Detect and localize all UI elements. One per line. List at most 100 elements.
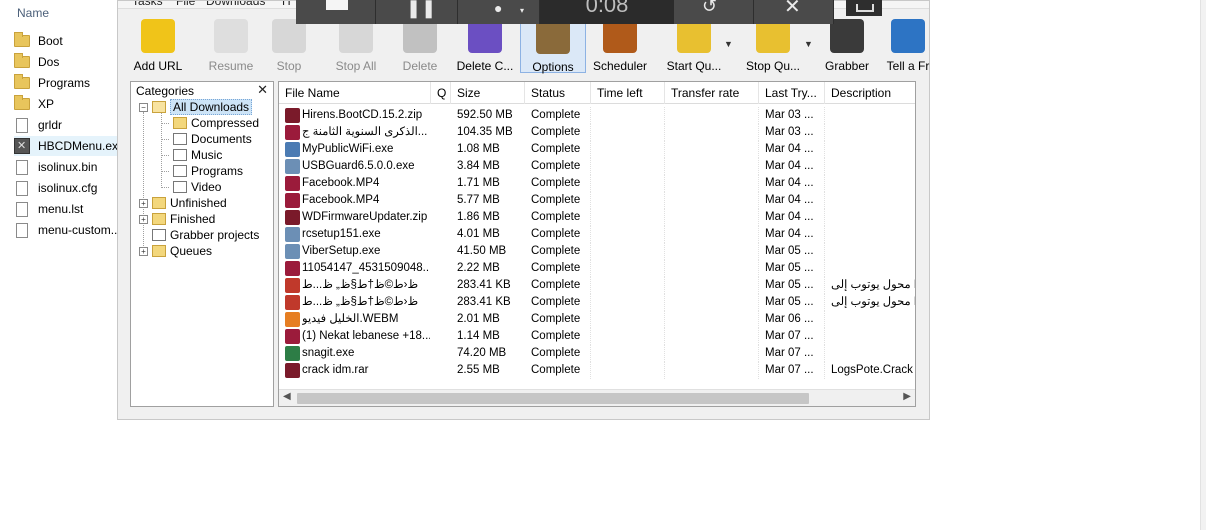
menu-file[interactable]: File bbox=[176, 1, 195, 8]
description-cell bbox=[831, 107, 915, 124]
explorer-item[interactable]: menu-custom... bbox=[14, 220, 124, 240]
explorer-item[interactable]: isolinux.cfg bbox=[14, 178, 124, 198]
recorder-pause-button[interactable]: ❚❚ bbox=[376, 0, 458, 24]
scroll-right-icon[interactable]: ▶ bbox=[903, 391, 911, 402]
scrollbar-thumb[interactable] bbox=[297, 393, 809, 404]
tell-friend-button[interactable]: Tell a Fr bbox=[878, 19, 938, 81]
explorer-item[interactable]: Boot bbox=[14, 31, 124, 51]
explorer-item[interactable]: XP bbox=[14, 94, 124, 114]
pause-icon: ❚❚ bbox=[406, 0, 437, 18]
category-finished[interactable]: + Finished bbox=[139, 211, 215, 227]
table-row[interactable]: rcsetup151.exe 4.01 MB Complete Mar 04 ... bbox=[279, 226, 915, 243]
expand-icon[interactable]: + bbox=[139, 198, 148, 208]
column-header-last-try[interactable]: Last Try... bbox=[759, 82, 825, 104]
recorder-mic-button[interactable]: ● ▾ bbox=[458, 0, 540, 24]
categories-panel: Categories ✕ − All Downloads Compressed Doc… bbox=[130, 81, 274, 407]
explorer-item[interactable]: HBCDMenu.exe bbox=[14, 136, 124, 156]
status-cell: Complete bbox=[531, 362, 591, 379]
category-grabber-projects[interactable]: Grabber projects bbox=[139, 227, 259, 243]
horizontal-scrollbar[interactable]: ◀ ▶ bbox=[279, 389, 915, 406]
table-row[interactable]: Hirens.BootCD.15.2.zip 592.50 MB Complete M… bbox=[279, 107, 915, 124]
table-row[interactable]: Facebook.MP4 5.77 MB Complete Mar 04 ... bbox=[279, 192, 915, 209]
table-row[interactable]: ظ‹ط©ظ†ط§ظ„ ظ...ط 283.41 KB Complete Mar 05 … bbox=[279, 277, 915, 294]
explorer-item[interactable]: menu.lst bbox=[14, 199, 124, 219]
categories-close-icon[interactable]: ✕ bbox=[257, 82, 268, 98]
unfinished-folder-icon bbox=[152, 197, 166, 209]
scroll-left-icon[interactable]: ◀ bbox=[283, 391, 291, 402]
recorder-minimize-button[interactable] bbox=[846, 0, 882, 16]
table-row[interactable]: (1) Nekat lebanese +18... 1.14 MB Complete… bbox=[279, 328, 915, 345]
expand-icon[interactable]: + bbox=[139, 214, 148, 224]
category-label: Grabber projects bbox=[170, 228, 260, 242]
category-unfinished[interactable]: + Unfinished bbox=[139, 195, 227, 211]
category-music[interactable]: Music bbox=[161, 147, 222, 163]
transfer-rate-cell bbox=[665, 124, 759, 141]
file-name-cell: rcsetup151.exe bbox=[302, 228, 381, 240]
stop-queue-button[interactable]: Stop Qu... bbox=[734, 19, 812, 81]
table-row[interactable]: 11054147_4531509048... 2.22 MB Complete Mar… bbox=[279, 260, 915, 277]
stop-queue-dropdown-icon[interactable]: ▼ bbox=[804, 39, 813, 49]
column-header-size[interactable]: Size bbox=[451, 82, 525, 104]
collapse-icon[interactable]: − bbox=[139, 102, 148, 112]
table-row[interactable]: ViberSetup.exe 41.50 MB Complete Mar 05 ... bbox=[279, 243, 915, 260]
scheduler-clock-button[interactable]: Scheduler bbox=[586, 19, 654, 81]
menu-tasks[interactable]: Tasks bbox=[132, 1, 163, 8]
category-documents[interactable]: Documents bbox=[161, 131, 252, 147]
application-icon bbox=[14, 138, 30, 154]
file-name-cell: crack idm.rar bbox=[302, 364, 369, 376]
column-header-status[interactable]: Status bbox=[525, 82, 591, 104]
recorder-cancel-button[interactable]: ✕ bbox=[754, 0, 834, 24]
file-name-cell: ظ‹ط©ظ†ط§ظ„ ظ...ط bbox=[302, 279, 419, 291]
recorder-stop-button[interactable] bbox=[296, 0, 376, 24]
description-cell: محول يوتوب إلى M bbox=[831, 279, 915, 291]
file-name-cell: MyPublicWiFi.exe bbox=[302, 143, 394, 155]
stop-all-button[interactable]: Stop All bbox=[324, 19, 388, 81]
explorer-item[interactable]: grldr bbox=[14, 115, 124, 135]
table-row[interactable]: ظ‹ط©ظ†ط§ظ„ ظ...ط 283.41 KB Complete Mar 05 … bbox=[279, 294, 915, 311]
resume-button[interactable]: Resume bbox=[198, 19, 264, 81]
explorer-item[interactable]: isolinux.bin bbox=[14, 157, 124, 177]
options-gear-button[interactable]: Options bbox=[520, 19, 586, 74]
time-left-cell bbox=[591, 226, 665, 243]
delete-button[interactable]: Delete bbox=[392, 19, 448, 81]
expand-icon[interactable]: + bbox=[139, 246, 148, 256]
explorer-item[interactable]: Dos bbox=[14, 52, 124, 72]
stop-button[interactable]: Stop bbox=[264, 19, 314, 81]
column-header-description[interactable]: Description bbox=[825, 82, 915, 104]
table-row[interactable]: crack idm.rar 2.55 MB Complete Mar 07 ... Lo… bbox=[279, 362, 915, 379]
start-queue-button[interactable]: Start Qu... bbox=[656, 19, 732, 81]
last-try-cell: Mar 05 ... bbox=[765, 260, 825, 277]
size-cell: 2.01 MB bbox=[457, 313, 500, 325]
category-all-downloads[interactable]: − All Downloads bbox=[139, 99, 253, 115]
name-column-header[interactable]: Name bbox=[17, 6, 49, 20]
table-row[interactable]: Facebook.MP4 1.71 MB Complete Mar 04 ... bbox=[279, 175, 915, 192]
column-header-time-left[interactable]: Time left bbox=[591, 82, 665, 104]
page-scrollbar[interactable] bbox=[1200, 0, 1206, 530]
menu-h[interactable]: H bbox=[282, 1, 291, 8]
column-header-transfer-rate[interactable]: Transfer rate bbox=[665, 82, 759, 104]
table-row[interactable]: WDFirmwareUpdater.zip 1.86 MB Complete Mar … bbox=[279, 209, 915, 226]
explorer-item[interactable]: Programs bbox=[14, 73, 124, 93]
recorder-restart-button[interactable]: ↺ bbox=[674, 0, 754, 24]
last-try-cell: Mar 03 ... bbox=[765, 107, 825, 124]
add-url-button[interactable]: Add URL bbox=[126, 19, 190, 81]
category-queues[interactable]: + Queues bbox=[139, 243, 212, 259]
delete-completed-button[interactable]: Delete C... bbox=[452, 19, 518, 81]
list-header: File Name Q Size Status Time left Transfer ra… bbox=[279, 82, 915, 104]
start-queue-dropdown-icon[interactable]: ▼ bbox=[724, 39, 733, 49]
open-folder-icon bbox=[152, 101, 166, 113]
column-header-file-name[interactable]: File Name bbox=[279, 82, 431, 104]
grabber-button[interactable]: Grabber bbox=[820, 19, 874, 81]
menu-downloads[interactable]: Downloads bbox=[206, 1, 265, 8]
category-video[interactable]: Video bbox=[161, 179, 221, 195]
table-row[interactable]: الخليل فيديو.WEBM 2.01 MB Complete Mar 06 .… bbox=[279, 311, 915, 328]
category-compressed[interactable]: Compressed bbox=[161, 115, 259, 131]
table-row[interactable]: USBGuard6.5.0.0.exe 3.84 MB Complete Mar 04… bbox=[279, 158, 915, 175]
column-header-q[interactable]: Q bbox=[431, 82, 451, 104]
table-row[interactable]: snagit.exe 74.20 MB Complete Mar 07 ... bbox=[279, 345, 915, 362]
table-row[interactable]: MyPublicWiFi.exe 1.08 MB Complete Mar 04 ..… bbox=[279, 141, 915, 158]
start-queue-icon bbox=[677, 19, 711, 53]
table-row[interactable]: الذكرى السنوية الثامنة ج... 104.35 MB Comp… bbox=[279, 124, 915, 141]
category-programs[interactable]: Programs bbox=[161, 163, 243, 179]
file-type-icon bbox=[285, 295, 300, 310]
